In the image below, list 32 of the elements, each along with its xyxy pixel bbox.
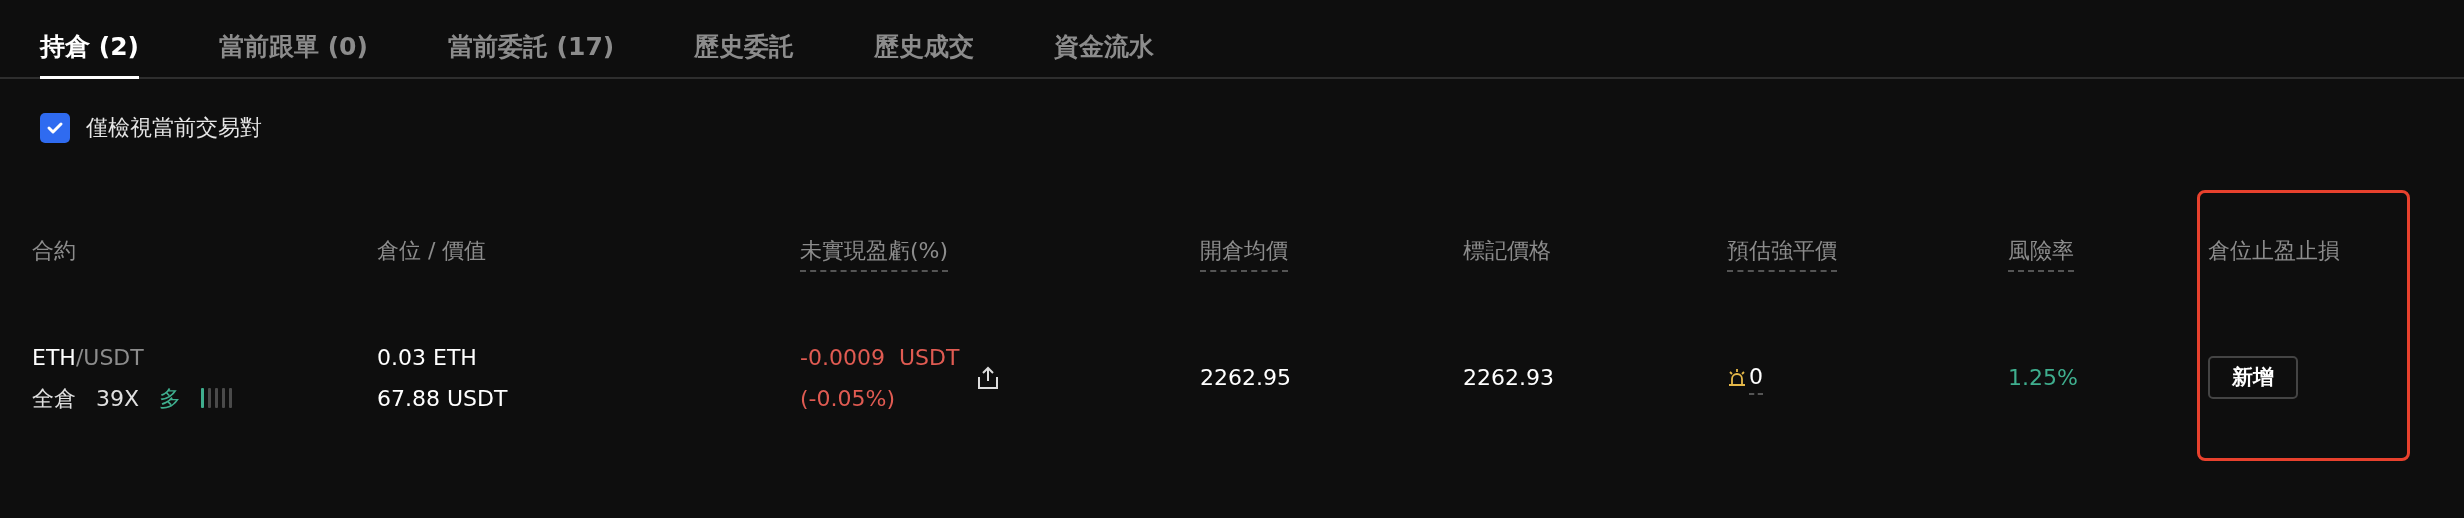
tab[interactable]: 當前委託 (17) bbox=[447, 0, 615, 79]
checkbox-label: 僅檢視當前交易對 bbox=[86, 114, 262, 142]
checkbox[interactable] bbox=[40, 112, 70, 143]
unrealized-pnl-percent: (-0.05%) bbox=[800, 384, 896, 413]
column-header: 未實現盈虧(%) bbox=[800, 234, 949, 272]
column-header: 標記價格 bbox=[1463, 237, 1551, 265]
contract-symbol: ETH bbox=[32, 343, 76, 372]
column-header: 預估強平價 bbox=[1727, 234, 1837, 272]
tab[interactable]: 持倉 (2) bbox=[40, 0, 139, 79]
column-header: 風險率 bbox=[2008, 234, 2074, 272]
column-header: 倉位 / 價值 bbox=[377, 237, 487, 265]
liquidation-price: 0 bbox=[1749, 360, 1763, 395]
leverage: 39X bbox=[96, 384, 140, 413]
position-value: 67.88 USDT bbox=[377, 384, 508, 413]
add-button[interactable]: 新增 bbox=[2208, 355, 2298, 400]
tab[interactable]: 歷史委託 bbox=[694, 0, 795, 79]
tab[interactable]: 資金流水 bbox=[1054, 0, 1155, 79]
unrealized-pnl: -0.0009 USDT bbox=[800, 343, 960, 372]
column-header: 開倉均價 bbox=[1200, 234, 1288, 272]
position-size: 0.03 ETH bbox=[377, 343, 478, 372]
tab[interactable]: 歷史成交 bbox=[874, 0, 975, 79]
risk-rate: 1.25% bbox=[2008, 364, 2078, 392]
column-header: 合約 bbox=[32, 237, 76, 265]
alarm-icon bbox=[1727, 367, 1747, 388]
position-side: 多 bbox=[159, 384, 182, 413]
mark-price: 2262.93 bbox=[1463, 364, 1554, 392]
share-icon[interactable] bbox=[977, 365, 1000, 390]
margin-mode: 全倉 bbox=[32, 384, 76, 413]
entry-price: 2262.95 bbox=[1200, 364, 1291, 392]
contract-quote: /USDT bbox=[75, 343, 144, 372]
tab[interactable]: 當前跟單 (0) bbox=[218, 0, 368, 79]
column-header: 倉位止盈止損 bbox=[2208, 237, 2340, 265]
